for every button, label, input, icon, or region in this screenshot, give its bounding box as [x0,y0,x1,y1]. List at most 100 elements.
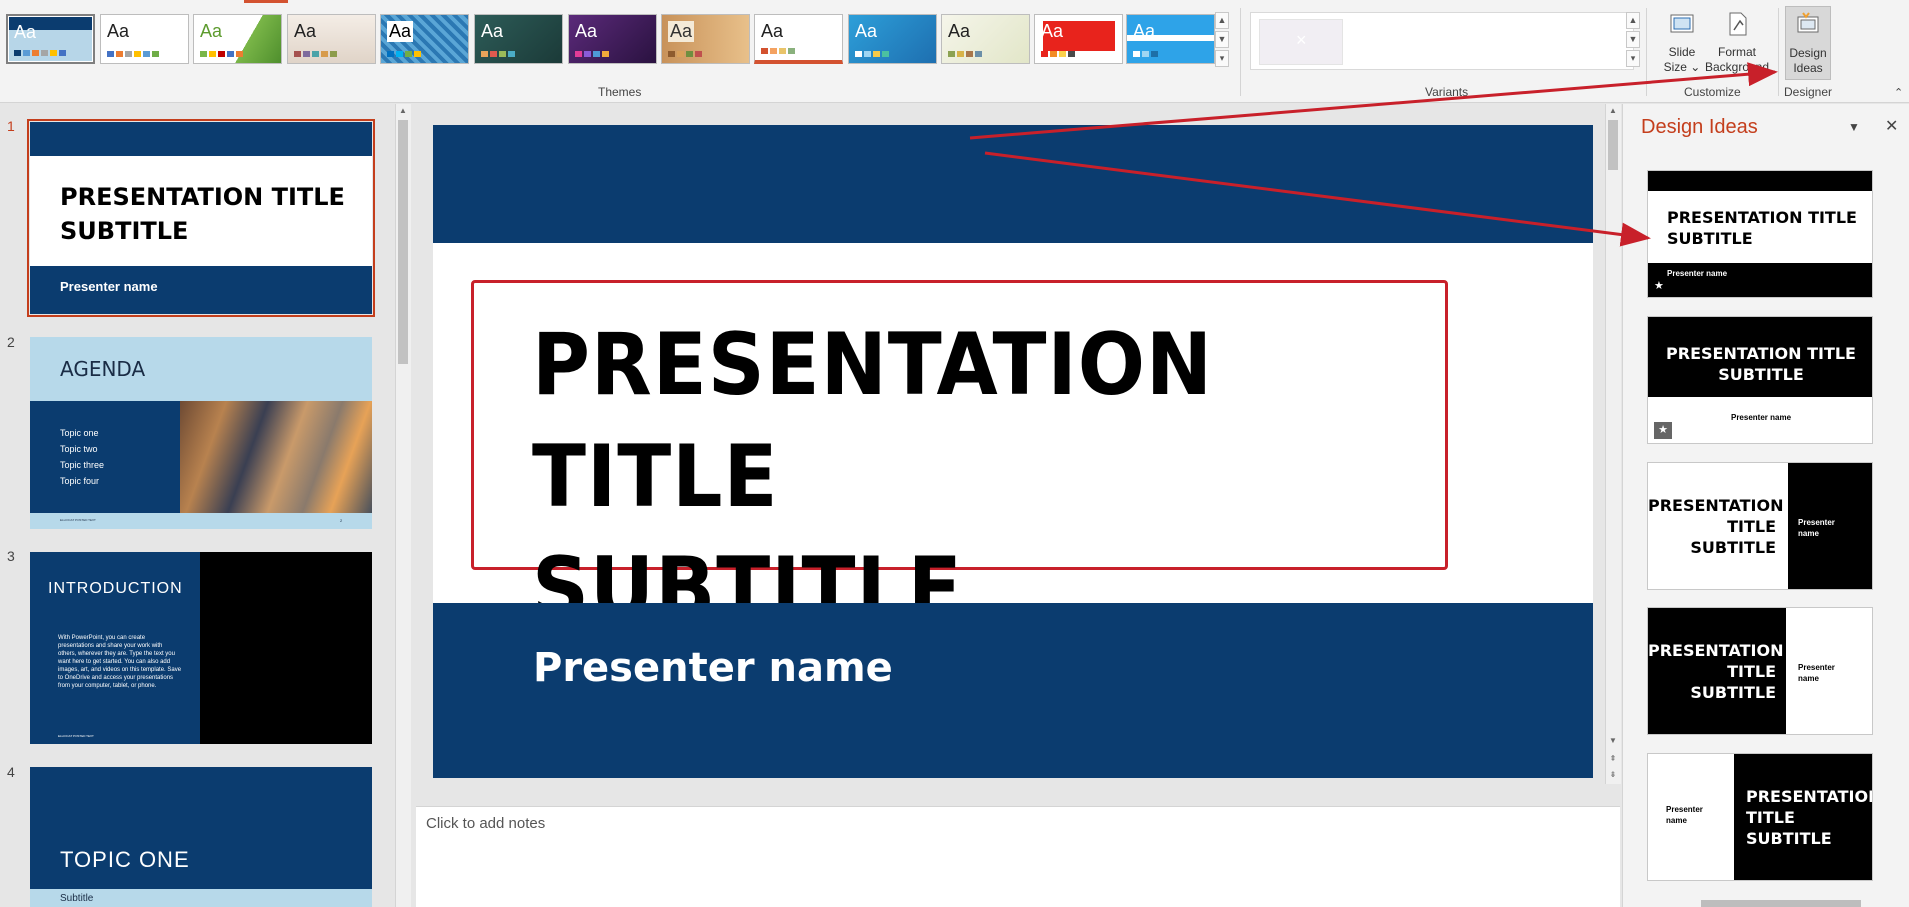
format-background-label: Format [1717,45,1756,59]
variant-thumbnail[interactable] [1259,19,1343,65]
thumb-topic: Topic four [60,476,100,486]
title-placeholder[interactable]: PRESENTATION TITLE SUBTITLE [471,280,1448,639]
theme-thumbnail-13[interactable]: Aa [1126,14,1215,64]
thumb-footer: ELLIOCAT POSTED TEXT [60,518,96,522]
scroll-up-icon[interactable]: ▲ [396,104,410,118]
idea-title-line: SUBTITLE [1718,365,1804,384]
theme-thumbnail-2[interactable]: Aa [100,14,189,64]
gallery-more-icon[interactable]: ▾ [1215,50,1229,67]
theme-thumbnail-3[interactable]: Aa [193,14,282,64]
design-ideas-label-2: Ideas [1793,61,1823,75]
presenter-name[interactable]: Presenter name [533,645,893,691]
theme-label: Aa [668,21,695,42]
slide-number: 1 [7,118,15,134]
slide-thumbnail-3[interactable]: INTRODUCTION With PowerPoint, you can cr… [30,552,372,744]
idea-presenter-line: name [1666,816,1687,825]
theme-thumbnail-10[interactable]: Aa [848,14,937,64]
idea-presenter: Presenter name [1667,269,1728,278]
themes-gallery-scroll[interactable]: ▲ ▼ ▾ [1215,12,1229,68]
pane-scrollbar-thumb[interactable] [1701,900,1861,907]
scroll-up-icon[interactable]: ▲ [1606,104,1620,118]
design-ideas-label: Design [1789,46,1827,60]
design-ideas-button[interactable]: Design Ideas [1785,6,1831,80]
slide-title-line1: PRESENTATION TITLE [532,315,1214,527]
slide-thumbnail-2[interactable]: AGENDA Topic one Topic two Topic three T… [30,337,372,529]
theme-label: Aa [948,21,971,41]
idea-title: PRESENTATION TITLE SUBTITLE [1648,495,1784,558]
idea-title-line: SUBTITLE [1667,229,1753,248]
theme-thumbnail-1[interactable]: Aa [6,14,95,64]
collapse-ribbon-icon[interactable]: ⌃ [1894,86,1903,99]
gallery-down-icon[interactable]: ▼ [1626,31,1640,48]
slide-thumbnail-1[interactable]: PRESENTATION TITLE SUBTITLE Presenter na… [27,119,375,317]
thumb-topic: Topic one [60,428,99,438]
theme-label: Aa [481,21,504,41]
notes-pane[interactable]: Click to add notes [416,806,1620,907]
slide-thumbnail-4[interactable]: TOPIC ONE Subtitle [30,767,372,907]
thumb-title: INTRODUCTION [48,580,183,597]
scrollbar-thumb[interactable] [398,120,408,364]
scrollbar-thumb[interactable] [1608,120,1618,170]
design-idea-5[interactable]: Presenter name PRESENTATION TITLE SUBTIT… [1647,753,1873,881]
variants-group-label: Variants [1425,85,1469,99]
design-idea-1[interactable]: PRESENTATION TITLE SUBTITLE Presenter na… [1647,170,1873,298]
theme-thumbnail-11[interactable]: Aa [941,14,1030,64]
idea-title-line: SUBTITLE [1690,683,1776,702]
thumb-title-line2: SUBTITLE [60,217,189,245]
idea-title-line: SUBTITLE [1690,538,1776,557]
design-ideas-star-icon: ★ [1654,422,1672,439]
slide-size-label: Slide [1668,45,1696,59]
thumb-topic-list: Topic one Topic two Topic three Topic fo… [60,425,104,489]
theme-thumbnail-8[interactable]: Aa [661,14,750,64]
customize-group-label: Customize [1684,85,1741,99]
theme-thumbnail-7[interactable]: Aa [568,14,657,64]
editor-scrollbar[interactable]: ▲ ▼ ⇞ ⇟ [1605,104,1621,784]
idea-title-line: PRESENTATION [1648,496,1784,515]
theme-label: Aa [575,21,598,41]
thumbnails-scrollbar[interactable]: ▲ [395,104,411,907]
themes-group-label: Themes [598,85,642,99]
variants-gallery[interactable] [1250,12,1634,70]
theme-thumbnail-4[interactable]: Aa [287,14,376,64]
design-ideas-star-icon: ★ [1654,280,1664,292]
thumb-footer: ELLIOCAT POSTED TEXT [58,734,94,738]
design-idea-2[interactable]: PRESENTATION TITLE SUBTITLE Presenter na… [1647,316,1873,444]
theme-thumbnail-9[interactable]: Aa [754,14,843,64]
idea-title-line: PRESENTATION [1746,787,1873,806]
gallery-down-icon[interactable]: ▼ [1215,31,1229,48]
variants-gallery-scroll[interactable]: ▲ ▼ ▾ [1626,12,1640,68]
design-idea-4[interactable]: PRESENTATION TITLE SUBTITLE Presenter na… [1647,607,1873,735]
theme-label: Aa [387,21,414,42]
theme-thumbnail-12[interactable]: Aa [1034,14,1123,64]
thumb-title: PRESENTATION TITLE SUBTITLE [60,180,345,248]
theme-label: Aa [107,21,130,41]
slide-size-button[interactable]: Slide Size ⌄ [1662,10,1702,75]
scroll-down-icon[interactable]: ▼ [1606,734,1620,748]
theme-label: Aa [855,21,878,41]
active-tab-indicator [244,0,288,3]
gallery-more-icon[interactable]: ▾ [1626,50,1640,67]
close-icon[interactable]: ✕ [1885,116,1898,136]
idea-presenter: Presenter name [1798,517,1835,539]
format-background-button[interactable]: Format Background [1704,10,1770,75]
current-slide[interactable]: PRESENTATION TITLE SUBTITLE Presenter na… [433,125,1593,778]
next-slide-icon[interactable]: ⇟ [1606,768,1620,782]
idea-title-line: PRESENTATION TITLE [1667,208,1857,227]
idea-presenter: Presenter name [1730,413,1792,422]
thumb-topic: Topic two [60,444,98,454]
format-background-label-2: Background [1704,60,1770,74]
idea-presenter-line: Presenter [1798,663,1835,672]
ribbon: Aa Aa Aa Aa Aa Aa Aa Aa Aa Aa Aa Aa Aa ▲… [0,0,1909,103]
theme-thumbnail-6[interactable]: Aa [474,14,563,64]
thumb-presenter: Presenter name [60,279,158,294]
pane-options-icon[interactable]: ▼ [1848,120,1860,134]
idea-presenter-line: Presenter [1798,518,1835,527]
gallery-up-icon[interactable]: ▲ [1626,12,1640,29]
previous-slide-icon[interactable]: ⇞ [1606,752,1620,766]
idea-title-line: TITLE [1746,808,1795,827]
design-idea-3[interactable]: PRESENTATION TITLE SUBTITLE Presenter na… [1647,462,1873,590]
theme-thumbnail-5[interactable]: Aa [380,14,469,64]
theme-label: Aa [1133,21,1156,41]
slide-number: 3 [7,548,15,564]
gallery-up-icon[interactable]: ▲ [1215,12,1229,29]
